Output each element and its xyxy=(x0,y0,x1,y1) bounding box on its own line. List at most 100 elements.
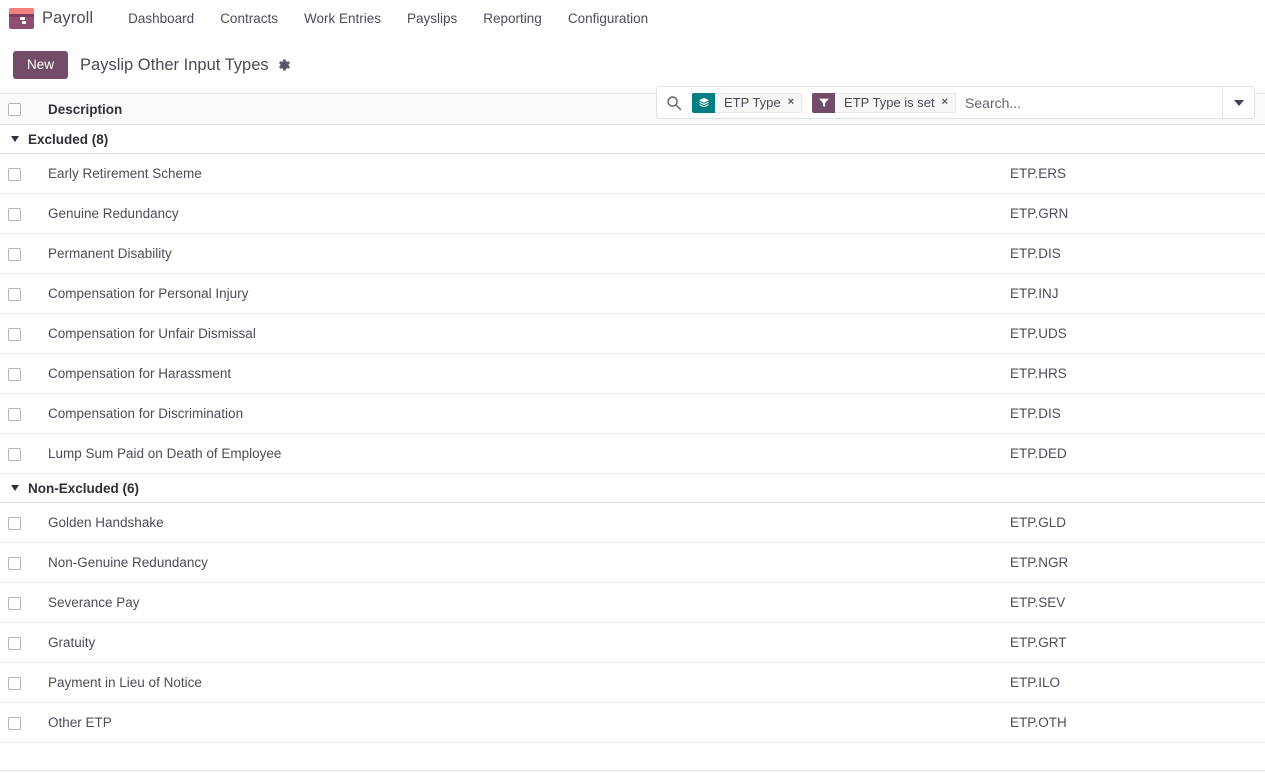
app-brand[interactable]: Payroll xyxy=(9,8,93,29)
search-options-toggle[interactable] xyxy=(1222,87,1254,118)
row-select-cell xyxy=(0,543,40,583)
cell-description[interactable]: Golden Handshake xyxy=(40,503,1002,543)
nav-item-dashboard[interactable]: Dashboard xyxy=(115,4,207,33)
caret-down-icon xyxy=(11,136,19,142)
cell-code[interactable]: ETP.ERS xyxy=(1002,154,1265,194)
search-facet-filter-etp-type-is-set[interactable]: ETP Type is set × xyxy=(811,92,957,114)
table-row[interactable]: Compensation for Personal InjuryETP.INJ xyxy=(0,274,1265,314)
row-checkbox[interactable] xyxy=(8,557,21,570)
row-select-cell xyxy=(0,703,40,743)
cell-code[interactable]: ETP.GRT xyxy=(1002,623,1265,663)
table-row[interactable]: GratuityETP.GRT xyxy=(0,623,1265,663)
cell-code[interactable]: ETP.GRN xyxy=(1002,194,1265,234)
group-header-code-cell xyxy=(1002,125,1265,154)
cell-description[interactable]: Payment in Lieu of Notice xyxy=(40,663,1002,703)
search-icon xyxy=(666,95,682,111)
new-button[interactable]: New xyxy=(13,51,68,80)
nav-item-payslips[interactable]: Payslips xyxy=(394,4,470,33)
cell-description[interactable]: Compensation for Unfair Dismissal xyxy=(40,314,1002,354)
table-row[interactable]: Non-Genuine RedundancyETP.NGR xyxy=(0,543,1265,583)
cell-description[interactable]: Early Retirement Scheme xyxy=(40,154,1002,194)
table-row[interactable]: Permanent DisabilityETP.DIS xyxy=(0,234,1265,274)
row-checkbox[interactable] xyxy=(8,517,21,530)
cell-description[interactable]: Compensation for Harassment xyxy=(40,354,1002,394)
row-checkbox[interactable] xyxy=(8,597,21,610)
caret-down-icon xyxy=(11,485,19,491)
row-checkbox[interactable] xyxy=(8,168,21,181)
cell-code[interactable]: ETP.SEV xyxy=(1002,583,1265,623)
row-checkbox[interactable] xyxy=(8,717,21,730)
search-facet-group-by-etp-type[interactable]: ETP Type × xyxy=(691,92,803,114)
search-input[interactable] xyxy=(965,95,1222,111)
row-checkbox[interactable] xyxy=(8,248,21,261)
row-select-cell xyxy=(0,623,40,663)
group-header-cell[interactable]: Non-Excluded (6) xyxy=(0,474,1002,503)
table-row[interactable]: Early Retirement SchemeETP.ERS xyxy=(0,154,1265,194)
cell-description[interactable]: Other ETP xyxy=(40,703,1002,743)
group-header-code-cell xyxy=(1002,474,1265,503)
page-title: Payslip Other Input Types xyxy=(80,56,269,75)
row-checkbox[interactable] xyxy=(8,448,21,461)
cell-code[interactable]: ETP.OTH xyxy=(1002,703,1265,743)
cell-code[interactable]: ETP.ILO xyxy=(1002,663,1265,703)
app-brand-label: Payroll xyxy=(42,9,93,28)
table-row[interactable]: Other ETPETP.OTH xyxy=(0,703,1265,743)
gear-icon[interactable] xyxy=(277,58,291,72)
payroll-app-logo-icon xyxy=(9,8,34,29)
row-checkbox[interactable] xyxy=(8,677,21,690)
row-checkbox[interactable] xyxy=(8,408,21,421)
nav-item-reporting[interactable]: Reporting xyxy=(470,4,555,33)
facet-remove-icon[interactable]: × xyxy=(788,97,794,108)
layers-icon xyxy=(692,93,715,113)
cell-description[interactable]: Compensation for Personal Injury xyxy=(40,274,1002,314)
table-row[interactable]: Lump Sum Paid on Death of EmployeeETP.DE… xyxy=(0,434,1265,474)
table-row[interactable]: Payment in Lieu of NoticeETP.ILO xyxy=(0,663,1265,703)
row-select-cell xyxy=(0,663,40,703)
row-select-cell xyxy=(0,234,40,274)
navbar-menu: Dashboard Contracts Work Entries Payslip… xyxy=(115,4,661,33)
search-view-input-area[interactable]: ETP Type × ETP Type is set × xyxy=(657,87,1222,118)
breadcrumb: Payslip Other Input Types xyxy=(80,56,291,75)
row-select-cell xyxy=(0,394,40,434)
select-all-checkbox[interactable] xyxy=(8,103,21,116)
table-row[interactable]: Genuine RedundancyETP.GRN xyxy=(0,194,1265,234)
cell-code[interactable]: ETP.INJ xyxy=(1002,274,1265,314)
chevron-down-icon xyxy=(1234,100,1244,106)
search-facet-label: ETP Type xyxy=(724,95,781,110)
facet-remove-icon[interactable]: × xyxy=(942,97,948,108)
row-checkbox[interactable] xyxy=(8,368,21,381)
table-row[interactable]: Compensation for Unfair DismissalETP.UDS xyxy=(0,314,1265,354)
row-select-cell xyxy=(0,154,40,194)
cell-code[interactable]: ETP.DIS xyxy=(1002,234,1265,274)
table-row[interactable]: Severance PayETP.SEV xyxy=(0,583,1265,623)
group-header-row[interactable]: Non-Excluded (6) xyxy=(0,474,1265,503)
cell-description[interactable]: Compensation for Discrimination xyxy=(40,394,1002,434)
cell-code[interactable]: ETP.NGR xyxy=(1002,543,1265,583)
nav-item-work-entries[interactable]: Work Entries xyxy=(291,4,394,33)
row-checkbox[interactable] xyxy=(8,328,21,341)
row-checkbox[interactable] xyxy=(8,208,21,221)
nav-item-configuration[interactable]: Configuration xyxy=(555,4,661,33)
group-header-row[interactable]: Excluded (8) xyxy=(0,125,1265,154)
table-row[interactable]: Golden HandshakeETP.GLD xyxy=(0,503,1265,543)
table-row[interactable]: Compensation for DiscriminationETP.DIS xyxy=(0,394,1265,434)
cell-code[interactable]: ETP.DIS xyxy=(1002,394,1265,434)
row-checkbox[interactable] xyxy=(8,288,21,301)
table-body: Excluded (8)Early Retirement SchemeETP.E… xyxy=(0,125,1265,743)
cell-code[interactable]: ETP.UDS xyxy=(1002,314,1265,354)
group-header-cell[interactable]: Excluded (8) xyxy=(0,125,1002,154)
cell-description[interactable]: Lump Sum Paid on Death of Employee xyxy=(40,434,1002,474)
row-select-cell xyxy=(0,434,40,474)
cell-description[interactable]: Gratuity xyxy=(40,623,1002,663)
cell-code[interactable]: ETP.GLD xyxy=(1002,503,1265,543)
cell-code[interactable]: ETP.HRS xyxy=(1002,354,1265,394)
table-row[interactable]: Compensation for HarassmentETP.HRS xyxy=(0,354,1265,394)
cell-description[interactable]: Severance Pay xyxy=(40,583,1002,623)
cell-description[interactable]: Permanent Disability xyxy=(40,234,1002,274)
nav-item-contracts[interactable]: Contracts xyxy=(207,4,291,33)
records-table: Description Code Excluded (8)Early Retir… xyxy=(0,93,1265,743)
row-checkbox[interactable] xyxy=(8,637,21,650)
cell-description[interactable]: Genuine Redundancy xyxy=(40,194,1002,234)
cell-code[interactable]: ETP.DED xyxy=(1002,434,1265,474)
cell-description[interactable]: Non-Genuine Redundancy xyxy=(40,543,1002,583)
